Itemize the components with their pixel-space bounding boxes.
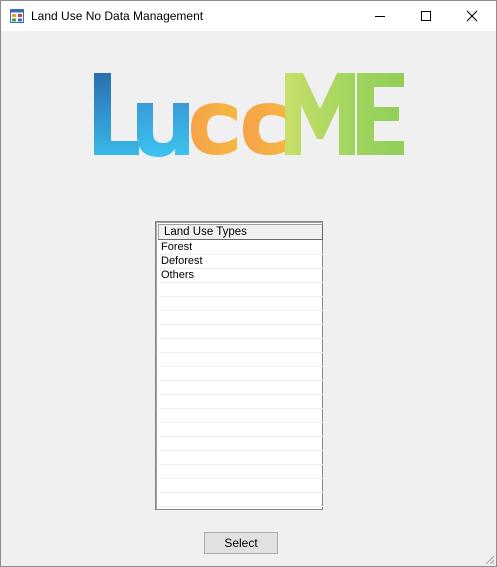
empty-row <box>158 367 323 381</box>
window-title: Land Use No Data Management <box>31 9 204 23</box>
land-use-types-listview[interactable]: Land Use Types Forest Deforest Others <box>155 221 323 510</box>
empty-row <box>158 283 323 297</box>
empty-row <box>158 297 323 311</box>
empty-row <box>158 381 323 395</box>
empty-row <box>158 311 323 325</box>
minimize-button[interactable] <box>357 1 403 31</box>
maximize-button[interactable] <box>403 1 449 31</box>
window: Land Use No Data Management Land Use Typ… <box>0 0 497 567</box>
select-button[interactable]: Select <box>204 532 278 554</box>
close-button[interactable] <box>449 1 495 31</box>
column-header-land-use-types[interactable]: Land Use Types <box>158 224 323 240</box>
list-item-deforest[interactable]: Deforest <box>158 255 323 269</box>
list-item-forest[interactable]: Forest <box>158 241 323 255</box>
empty-row <box>158 423 323 437</box>
maximize-icon <box>421 11 431 21</box>
empty-row <box>158 451 323 465</box>
empty-row <box>158 409 323 423</box>
luccme-logo <box>94 73 404 157</box>
empty-row <box>158 325 323 339</box>
empty-row <box>158 437 323 451</box>
empty-row <box>158 339 323 353</box>
empty-row <box>158 465 323 479</box>
empty-row <box>158 479 323 493</box>
app-form-icon <box>10 9 24 23</box>
empty-row <box>158 395 323 409</box>
resize-grip-icon[interactable] <box>483 553 495 565</box>
empty-row <box>158 493 323 507</box>
empty-row <box>158 353 323 367</box>
close-icon <box>466 10 478 22</box>
list-item-others[interactable]: Others <box>158 269 323 283</box>
list-rows: Forest Deforest Others <box>158 241 323 507</box>
minimize-icon <box>375 16 385 17</box>
title-bar[interactable]: Land Use No Data Management <box>1 1 496 31</box>
